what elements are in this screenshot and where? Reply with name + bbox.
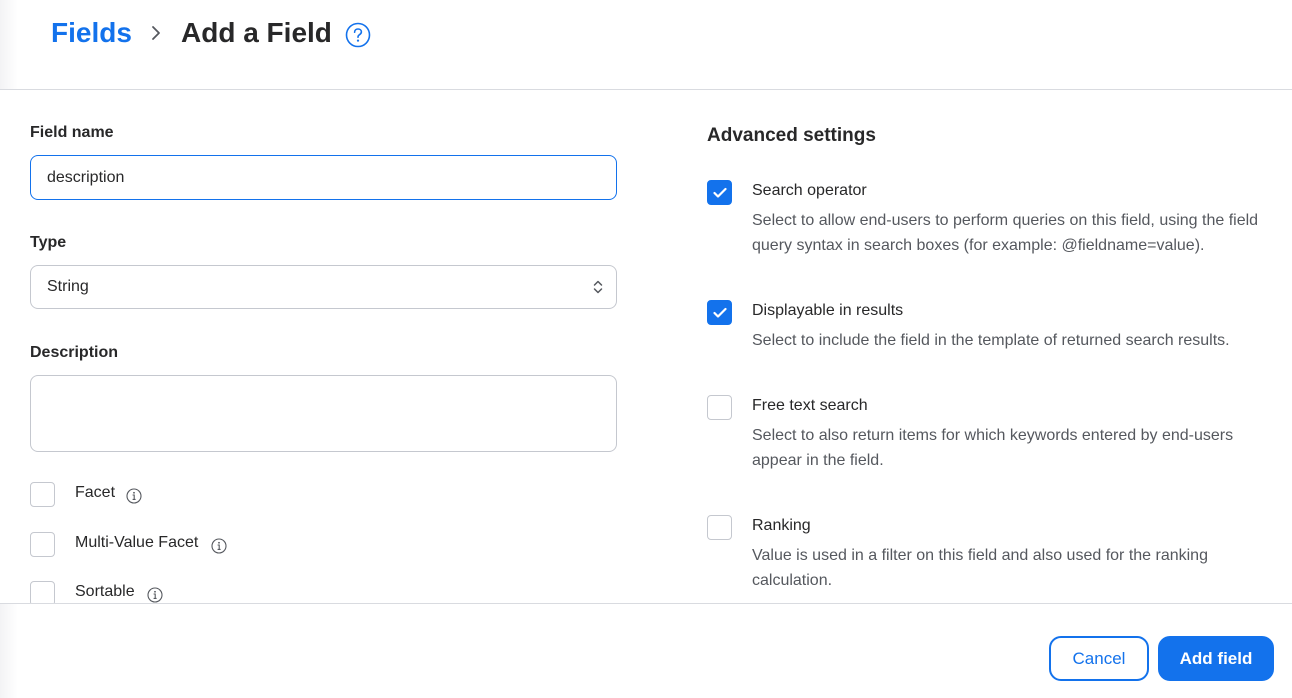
search-operator-label: Search operator: [752, 182, 867, 199]
footer-bar: Cancel Add field: [0, 603, 1292, 698]
facet-checkbox[interactable]: [30, 482, 55, 507]
sortable-label: Sortable: [75, 583, 135, 600]
breadcrumb-fields-link[interactable]: Fields: [51, 16, 132, 50]
multi-value-facet-checkbox[interactable]: [30, 532, 55, 557]
free-text-search-description: Select to also return items for which ke…: [752, 427, 1234, 469]
free-text-search-checkbox[interactable]: [707, 395, 732, 420]
displayable-in-results-checkbox[interactable]: [707, 300, 732, 325]
field-name-label: Field name: [30, 124, 114, 141]
search-operator-checkbox[interactable]: [707, 180, 732, 205]
ranking-checkbox[interactable]: [707, 515, 732, 540]
multi-value-facet-label: Multi-Value Facet: [75, 534, 199, 551]
facet-label: Facet: [75, 484, 116, 501]
help-icon[interactable]: [345, 22, 371, 48]
type-select[interactable]: String: [30, 265, 617, 309]
type-select-value: String: [47, 278, 89, 295]
page-header: Fields Add a Field: [0, 0, 1292, 90]
ranking-label: Ranking: [752, 517, 811, 534]
advanced-settings-title: Advanced settings: [707, 125, 876, 146]
chevron-right-icon: [152, 26, 160, 40]
type-label: Type: [30, 234, 67, 251]
add-field-button[interactable]: Add field: [1158, 636, 1274, 681]
displayable-in-results-description: Select to include the field in the templ…: [752, 332, 1230, 349]
info-icon[interactable]: [211, 538, 227, 554]
search-operator-description: Select to allow end-users to perform que…: [752, 212, 1259, 254]
page-title: Add a Field: [181, 17, 332, 48]
add-field-page: Fields Add a Field Field name Type Strin…: [0, 0, 1292, 698]
ranking-description: Value is used in a filter on this field …: [752, 547, 1208, 589]
description-textarea[interactable]: [30, 375, 617, 452]
free-text-search-label: Free text search: [752, 397, 868, 414]
field-name-input[interactable]: [30, 155, 617, 200]
displayable-in-results-label: Displayable in results: [752, 302, 904, 319]
sort-arrows-icon: [593, 280, 603, 294]
info-icon[interactable]: [147, 587, 163, 603]
checkmark-icon: [713, 307, 727, 318]
info-icon[interactable]: [126, 488, 142, 504]
description-label: Description: [30, 344, 119, 361]
checkmark-icon: [713, 187, 727, 198]
cancel-button[interactable]: Cancel: [1049, 636, 1149, 681]
